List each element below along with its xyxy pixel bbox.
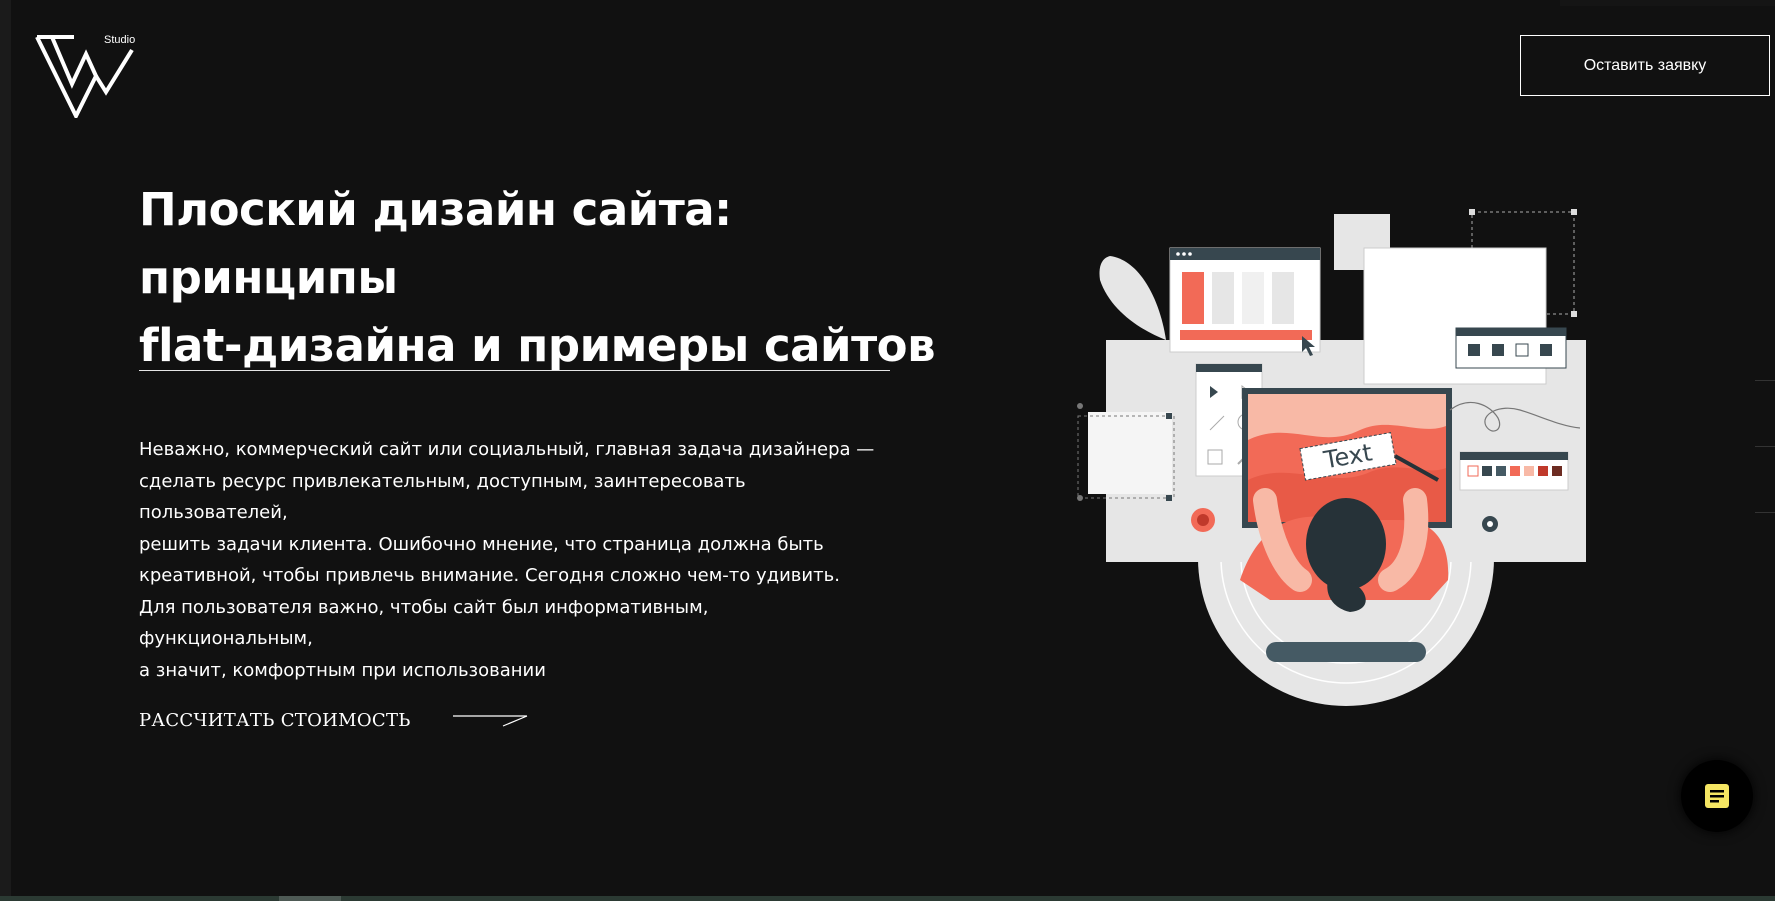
- long-arrow-icon: [452, 714, 527, 727]
- intro-paragraph: Неважно, коммерческий сайт или социальны…: [139, 434, 879, 686]
- logo-text: Studio: [104, 34, 136, 46]
- slider-tick: [1755, 446, 1775, 447]
- horizontal-scrollbar[interactable]: [0, 896, 1775, 901]
- intro-line: решить задачи клиента. Ошибочно мнение, …: [139, 533, 824, 555]
- page-title: Плоский дизайн сайта: принципы flat-диза…: [139, 176, 959, 380]
- slider-tick: [1755, 512, 1775, 513]
- intro-line: Для пользователя важно, чтобы сайт был и…: [139, 596, 709, 650]
- intro-line: а значит, комфортным при использовании: [139, 659, 546, 681]
- flat-design-illustration: Text: [1077, 209, 1586, 706]
- intro-line: Неважно, коммерческий сайт или социальны…: [139, 439, 875, 460]
- w-studio-logo[interactable]: [34, 34, 136, 118]
- title-divider: [139, 370, 890, 371]
- slider-tick: [1755, 380, 1775, 381]
- intro-line: креативной, чтобы привлечь внимание. Сег…: [139, 565, 840, 586]
- leaf-shape: [1099, 256, 1166, 340]
- leave-request-button[interactable]: Оставить заявку: [1520, 35, 1770, 96]
- left-edge-strip: [0, 0, 11, 901]
- header-shadow: [1560, 0, 1775, 6]
- chat-button[interactable]: [1681, 760, 1753, 832]
- calculate-cost-label: РАССЧИТАТЬ СТОИМОСТЬ: [139, 710, 411, 731]
- title-line-2: flat-дизайна и примеры сайтов: [139, 319, 936, 372]
- title-line-1: Плоский дизайн сайта: принципы: [139, 183, 732, 304]
- chat-note-icon: [1705, 784, 1729, 808]
- calculate-cost-link[interactable]: РАССЧИТАТЬ СТОИМОСТЬ: [139, 710, 529, 731]
- scrollbar-thumb[interactable]: [279, 896, 341, 901]
- person-head: [1306, 498, 1386, 590]
- intro-line: сделать ресурс привлекательным, доступны…: [139, 470, 746, 524]
